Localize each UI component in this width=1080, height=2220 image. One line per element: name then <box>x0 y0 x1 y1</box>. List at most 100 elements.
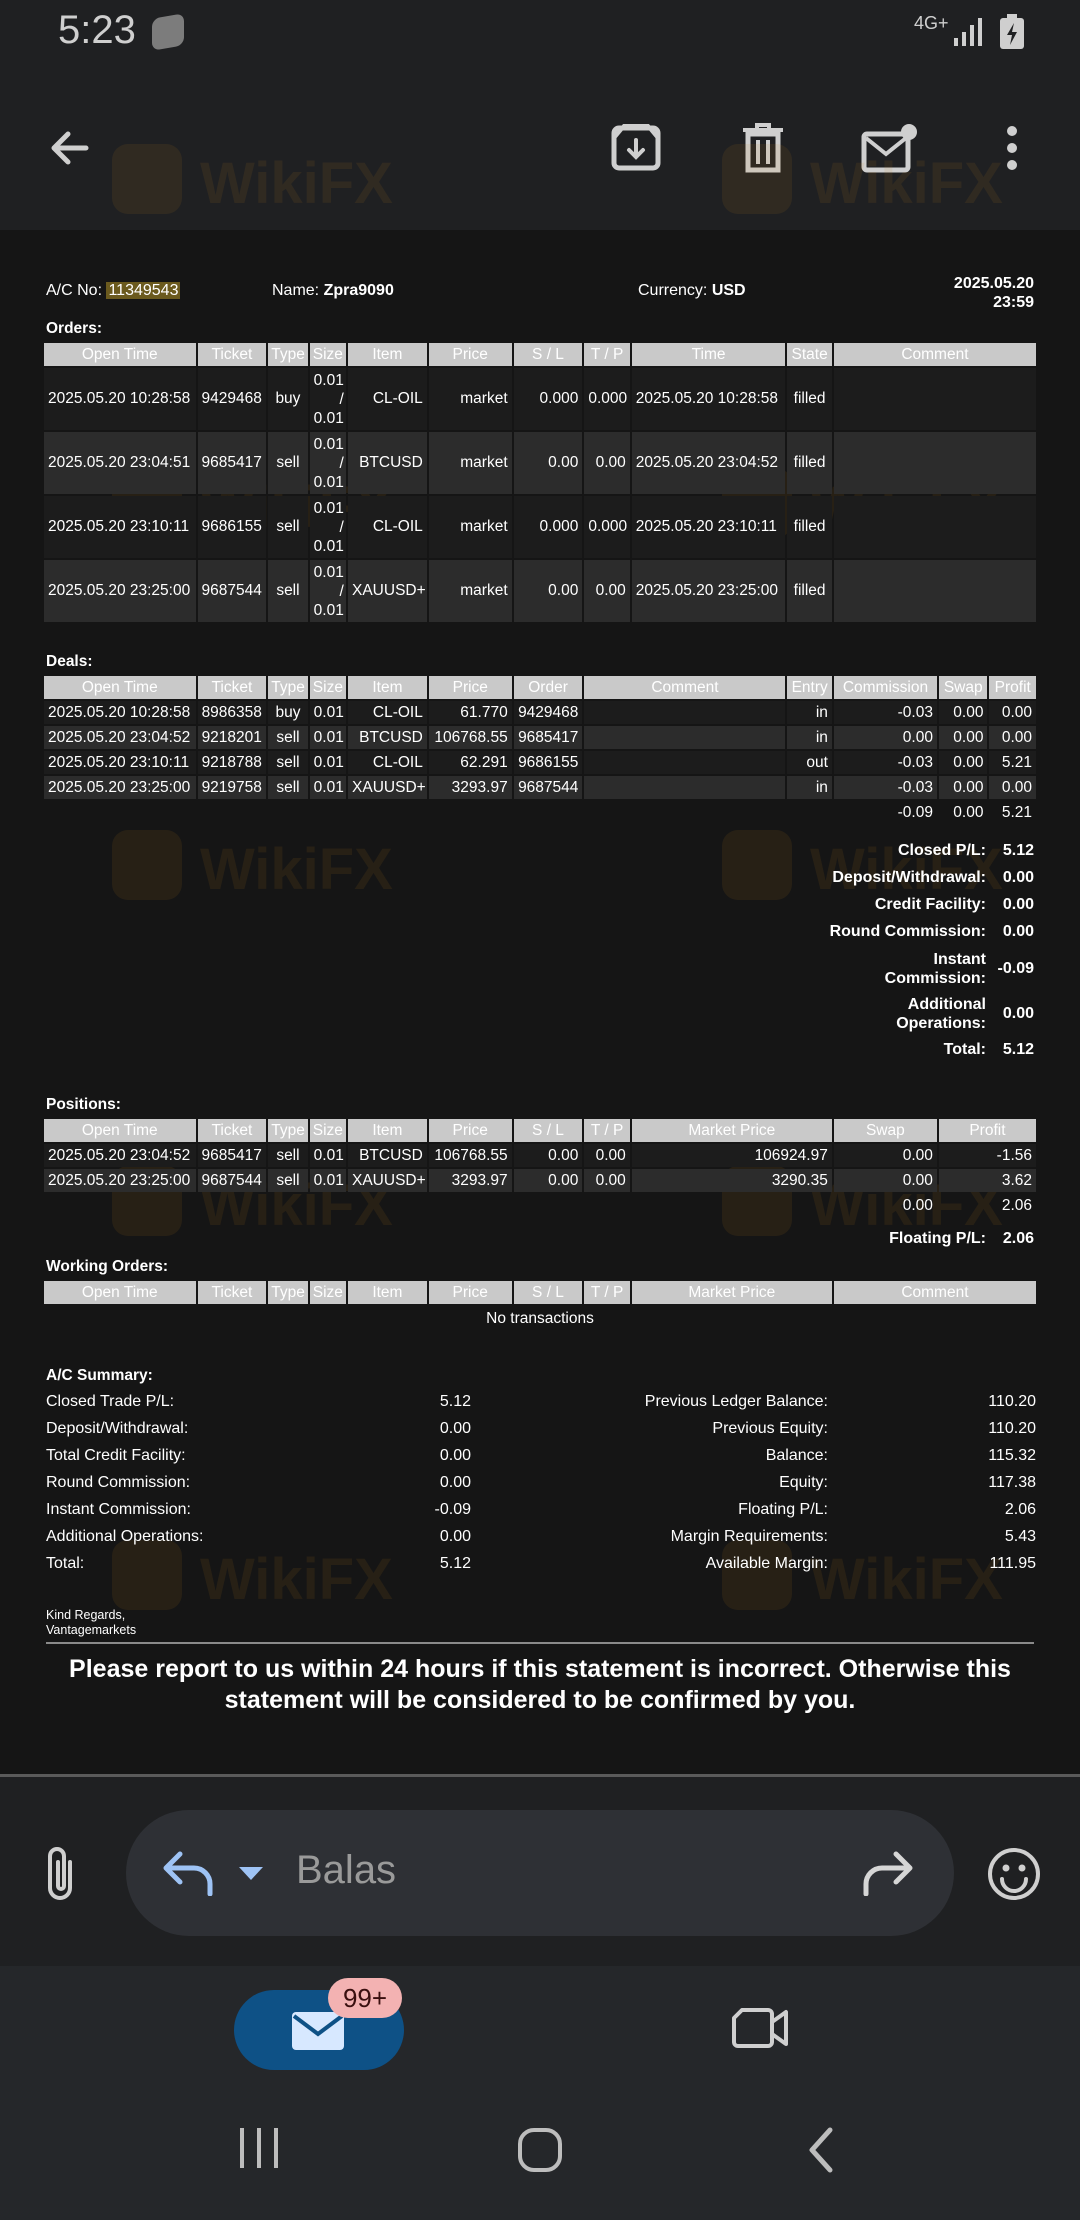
battery-icon <box>1000 14 1024 49</box>
deals-table: Open Time Ticket Type Size Item Price Or… <box>42 674 1038 826</box>
type: buy <box>268 368 308 430</box>
state: filled <box>787 560 832 622</box>
summary-label: Instant Commission: <box>46 1501 191 1518</box>
ac-summary-heading: A/C Summary: <box>46 1367 153 1384</box>
reply-button[interactable] <box>162 1850 214 1901</box>
emoji-button[interactable] <box>986 1846 1042 1907</box>
reply-options-dropdown[interactable] <box>238 1866 264 1887</box>
column-header: Profit <box>989 676 1036 699</box>
more-options-button[interactable] <box>982 118 1042 178</box>
swap: 0.00 <box>938 701 988 724</box>
price: 3293.97 <box>428 776 512 799</box>
notification-app-icon <box>152 13 184 51</box>
ticket: 9219758 <box>197 776 267 799</box>
take-profit: 0.00 <box>584 560 630 622</box>
recent-apps-button[interactable] <box>236 2126 282 2175</box>
ac-summary: Closed Trade P/L: 5.12 Previous Ledger B… <box>46 1393 1036 1583</box>
take-profit: 0.000 <box>584 496 630 558</box>
price: market <box>428 560 512 622</box>
position-row: 2025.05.20 23:04:52 9685417 sell 0.01 BT… <box>44 1144 1036 1167</box>
deal-row: 2025.05.20 23:10:11 9218788 sell 0.01 CL… <box>44 751 1036 774</box>
account-name: Name: Zpra9090 <box>272 282 394 300</box>
stop-loss: 0.00 <box>513 1144 583 1167</box>
swap: 0.00 <box>833 1169 937 1192</box>
watermark-logo <box>722 830 792 900</box>
reply-bar[interactable]: Balas <box>126 1810 954 1936</box>
ticket: 9218788 <box>197 751 267 774</box>
open-time: 2025.05.20 23:25:00 <box>44 776 196 799</box>
summary-label: Margin Requirements: <box>670 1528 828 1545</box>
size: 0.01/0.01 <box>309 432 346 494</box>
positions-table: Open Time Ticket Type Size Item Price S … <box>42 1117 1038 1219</box>
type: sell <box>268 726 308 749</box>
mail-icon <box>292 2012 344 2050</box>
column-header: Price <box>428 1119 512 1142</box>
working-orders-header-row: Open Time Ticket Type Size Item Price S … <box>44 1281 1036 1304</box>
orders-header-row: Open Time Ticket Type Size Item Price S … <box>44 343 1036 366</box>
ticket: 9686155 <box>197 496 267 558</box>
caret-down-icon <box>239 1867 263 1880</box>
arrow-left-icon <box>51 131 89 165</box>
type: sell <box>268 496 308 558</box>
mark-unread-button[interactable] <box>860 118 920 178</box>
home-button[interactable] <box>516 2126 564 2179</box>
column-header: Price <box>428 343 512 366</box>
summary-value: 0.00 <box>439 1474 471 1491</box>
forward-button[interactable] <box>862 1850 914 1901</box>
no-transactions: No transactions <box>486 1309 594 1327</box>
open-time: 2025.05.20 10:28:58 <box>44 368 196 430</box>
stop-loss: 0.000 <box>513 368 583 430</box>
price: market <box>428 496 512 558</box>
ticket: 8986358 <box>197 701 267 724</box>
swap: 0.00 <box>833 1144 937 1167</box>
column-header: Ticket <box>197 343 267 366</box>
divider <box>46 1642 1034 1644</box>
time: 2025.05.20 23:10:11 <box>631 496 786 558</box>
round-commission: Round Commission: 0.00 <box>829 923 1034 940</box>
item: CL-OIL <box>348 368 427 430</box>
item: CL-OIL <box>348 496 427 558</box>
reply-input[interactable]: Balas <box>296 1848 396 1893</box>
signal-icon <box>954 18 982 46</box>
entry: in <box>787 776 832 799</box>
clock: 5:23 <box>58 8 136 52</box>
working-orders-heading: Working Orders: <box>46 1258 169 1275</box>
network-type: 4G+ <box>914 13 949 33</box>
size: 0.01 <box>309 751 347 774</box>
credit-facility: Credit Facility: 0.00 <box>874 896 1034 913</box>
total-swap: 0.00 <box>953 803 984 821</box>
account-label: A/C No: <box>46 282 103 299</box>
attach-button[interactable] <box>40 1844 80 1909</box>
ticket: 9687544 <box>197 1169 267 1192</box>
summary-label: Balance: <box>765 1447 828 1464</box>
ticket: 9685417 <box>197 1144 267 1167</box>
state: filled <box>787 432 832 494</box>
meet-tab[interactable] <box>732 2006 788 2055</box>
column-header: Market Price <box>631 1281 832 1304</box>
column-header: S / L <box>513 343 583 366</box>
back-button[interactable] <box>40 118 100 178</box>
statement-datetime: 2025.05.20 23:59 <box>954 274 1034 312</box>
column-header: Type <box>268 676 308 699</box>
archive-button[interactable] <box>606 118 666 178</box>
type: sell <box>268 432 308 494</box>
system-back-button[interactable] <box>806 2126 836 2179</box>
confirmation-notice: Please report to us within 24 hours if t… <box>69 1655 1011 1714</box>
commission: -0.03 <box>833 776 937 799</box>
summary-label: Total Credit Facility: <box>46 1447 186 1464</box>
size: 0.01/0.01 <box>309 560 346 622</box>
swap: 0.00 <box>938 726 988 749</box>
state: filled <box>787 496 832 558</box>
summary-value: 110.20 <box>988 1393 1036 1410</box>
video-icon <box>732 2008 788 2048</box>
summary-label: Total: <box>46 1555 85 1572</box>
deals-totals-row: -0.09 0.00 5.21 <box>44 801 1036 824</box>
regards-line: Kind Regards, <box>46 1608 126 1622</box>
positions-heading: Positions: <box>46 1096 121 1113</box>
time: 2025.05.20 10:28:58 <box>631 368 786 430</box>
comment <box>833 432 1036 494</box>
chevron-left-icon <box>809 2127 833 2173</box>
watermark-logo <box>112 830 182 900</box>
summary-value: 115.32 <box>988 1447 1036 1464</box>
order: 9685417 <box>513 726 583 749</box>
